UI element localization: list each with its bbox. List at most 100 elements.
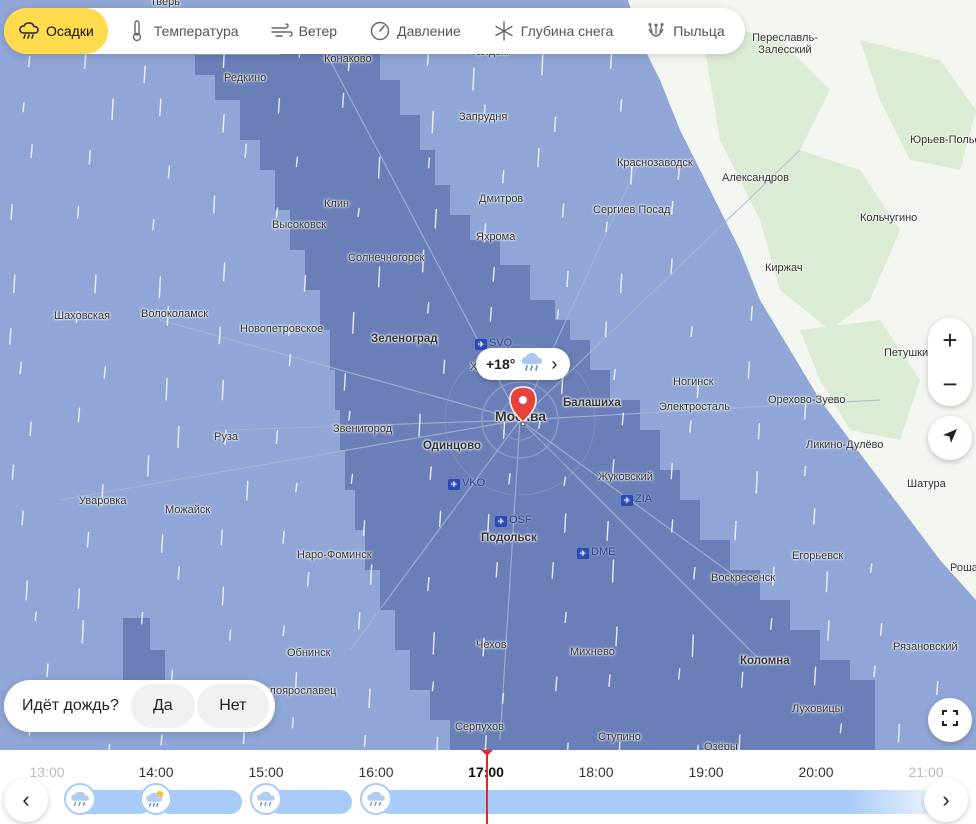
city-label: Александров — [722, 172, 789, 184]
yes-button[interactable]: Да — [130, 684, 195, 728]
rain-streak — [88, 149, 91, 165]
rain-streak — [222, 262, 226, 282]
rain-streak — [418, 413, 421, 437]
rain-streak — [734, 520, 737, 541]
rain-streak — [804, 403, 807, 420]
city-label: Яхрома — [476, 231, 516, 243]
rain-streak — [10, 203, 13, 220]
rain-streak — [159, 98, 162, 117]
zoom-in-button[interactable]: + — [928, 318, 972, 362]
rain-streak — [873, 665, 876, 678]
hour-label[interactable]: 16:00 — [358, 764, 393, 780]
fullscreen-button[interactable] — [928, 698, 972, 742]
hour-label[interactable]: 20:00 — [798, 764, 833, 780]
rain-streak — [111, 98, 114, 121]
thermometer-icon — [126, 20, 148, 42]
rain-cloud-icon — [360, 783, 392, 815]
rain-streak — [487, 514, 490, 535]
rain-streak — [295, 482, 298, 493]
rain-streak — [750, 305, 753, 321]
zoom-out-button[interactable]: − — [928, 362, 972, 406]
city-label: Михнево — [570, 646, 615, 658]
city-label: Обнинск — [287, 647, 331, 659]
rain-streak — [678, 668, 681, 680]
rain-streak — [303, 274, 307, 292]
timeline-next-button[interactable]: › — [924, 778, 968, 822]
rain-streak — [377, 156, 381, 179]
timeline[interactable]: 13:00 14:00 15:00 16:00 17:00 18:00 19:0… — [0, 750, 976, 824]
rain-streak — [608, 674, 611, 688]
hour-label[interactable]: 15:00 — [248, 764, 283, 780]
timeline-track[interactable] — [46, 790, 930, 814]
rain-streak — [606, 520, 609, 541]
rain-streak — [434, 208, 437, 229]
rain-streak — [427, 301, 430, 314]
rain-streak — [19, 361, 22, 375]
rain-streak — [81, 620, 85, 644]
tab-snow-depth[interactable]: Глубина снега — [479, 12, 627, 50]
rain-streak — [936, 680, 939, 695]
timeline-prev-button[interactable]: ‹ — [4, 778, 48, 822]
rain-streak — [34, 611, 37, 622]
rain-streak — [489, 306, 493, 322]
rain-streak — [288, 353, 292, 367]
rain-streak — [619, 99, 623, 112]
rain-streak — [22, 101, 25, 113]
locate-button[interactable] — [928, 416, 972, 460]
hour-label[interactable]: 13:00 — [29, 764, 64, 780]
hour-label[interactable]: 21:00 — [908, 764, 943, 780]
city-label: Дмитров — [479, 193, 524, 205]
tab-precipitation[interactable]: Осадки — [4, 8, 108, 54]
weather-bubble[interactable]: +18° › — [476, 348, 570, 380]
tab-pressure[interactable]: Давление — [355, 12, 475, 50]
city-label: Конаково — [324, 53, 372, 65]
rain-question-text: Идёт дождь? — [22, 697, 119, 714]
rain-streak — [242, 731, 246, 745]
rain-streak — [377, 266, 381, 288]
rain-streak — [691, 634, 695, 658]
rain-streak — [84, 52, 87, 70]
city-label: Редкино — [224, 72, 267, 84]
tab-pollen[interactable]: Пыльца — [631, 12, 738, 50]
rain-streak — [368, 688, 371, 709]
rain-streak — [29, 421, 32, 437]
rain-streak — [244, 143, 247, 158]
hour-label[interactable]: 19:00 — [688, 764, 723, 780]
city-label: Зеленоград — [371, 333, 438, 345]
rain-cloud-icon — [64, 783, 96, 815]
rain-streak — [358, 612, 361, 630]
rain-streak — [140, 611, 144, 625]
no-button[interactable]: Нет — [196, 684, 269, 728]
rain-streak — [218, 326, 221, 345]
rain-streak — [9, 328, 12, 345]
current-time-line[interactable] — [486, 750, 488, 824]
current-time-marker — [481, 750, 493, 756]
tab-label: Давление — [397, 23, 461, 39]
rain-streak — [221, 586, 225, 606]
rain-streak — [670, 519, 674, 533]
sun-rain-cloud-icon — [140, 783, 172, 815]
location-pin-icon[interactable] — [508, 386, 538, 431]
city-label: Солнечногорск — [348, 252, 425, 264]
tab-wind[interactable]: Ветер — [257, 12, 352, 50]
tab-label: Температура — [153, 23, 239, 39]
city-label: Наро-Фоминск — [297, 549, 372, 561]
rain-streak — [813, 508, 816, 525]
rain-streak — [77, 407, 81, 423]
rain-streak — [341, 92, 345, 108]
city-label: Юрьев-Польский — [910, 134, 976, 146]
city-label: Орехово-Зуево — [768, 394, 846, 406]
rain-streak — [693, 566, 696, 580]
rain-streak — [551, 562, 554, 579]
tab-temperature[interactable]: Температура — [112, 12, 253, 50]
city-label: Воскресенск — [711, 572, 776, 584]
hour-label[interactable]: 18:00 — [578, 764, 613, 780]
rain-streak — [897, 723, 901, 743]
hour-label[interactable]: 14:00 — [138, 764, 173, 780]
rain-streak — [152, 219, 155, 231]
city-label: Рошаль — [950, 562, 976, 574]
city-label: Одинцово — [423, 440, 482, 452]
city-label: Уваровка — [79, 495, 127, 507]
city-label: Кольчугино — [860, 212, 918, 224]
city-label: Руза — [214, 431, 238, 443]
